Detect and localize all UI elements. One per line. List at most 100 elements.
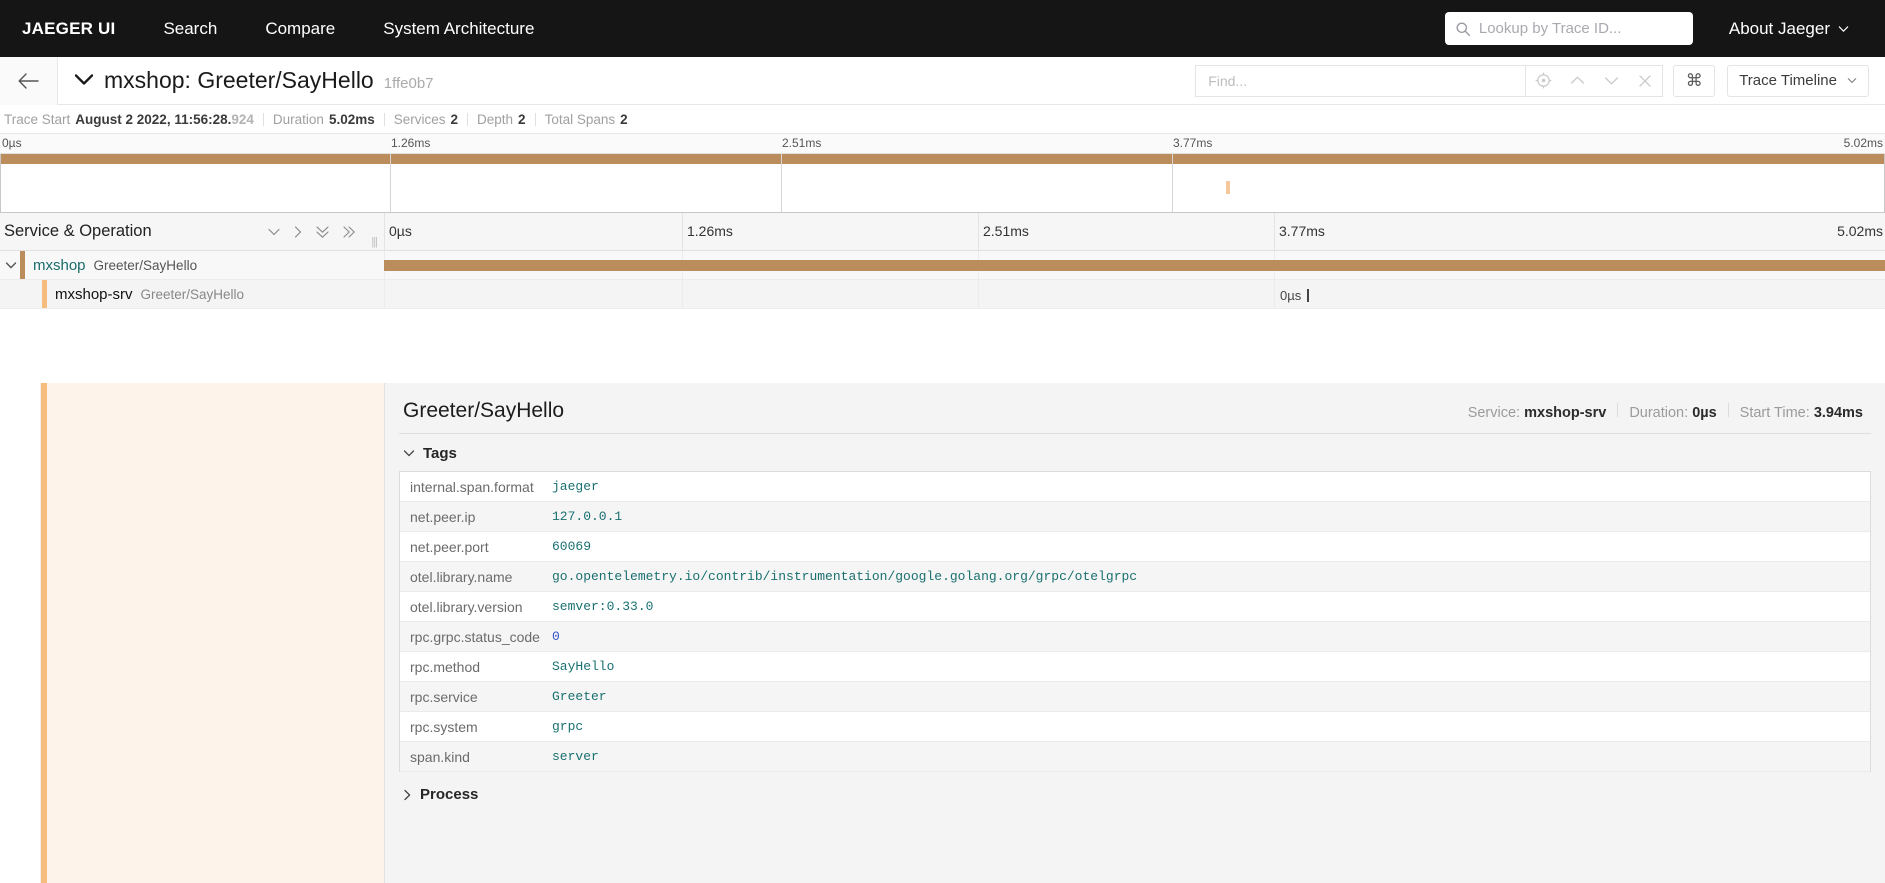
meta-trace-start: Trace Start August 2 2022, 11:56:28.924 (2, 112, 263, 127)
tags-table: internal.span.format jaeger net.peer.ip 127… (399, 471, 1871, 772)
minimap-child-span-mark (1226, 181, 1230, 194)
tag-value: Greeter (552, 689, 607, 704)
span-row[interactable]: mxshop-srv Greeter/SayHello 0µs (0, 280, 1885, 309)
meta-duration: Duration 5.02ms (264, 112, 384, 127)
expand-one-level-icon[interactable] (267, 227, 281, 237)
trace-id-lookup-input[interactable]: Lookup by Trace ID... (1444, 12, 1693, 45)
nav-link-search[interactable]: Search (163, 19, 217, 39)
tags-section-header[interactable]: Tags (399, 434, 1871, 471)
about-jaeger-menu[interactable]: About Jaeger (1729, 19, 1849, 39)
minimap-tick-0: 0µs (2, 136, 22, 150)
tag-key: net.peer.ip (410, 508, 476, 525)
tag-row: rpc.system grpc (400, 712, 1870, 742)
trace-id-short: 1ffe0b7 (383, 75, 434, 92)
keyboard-shortcuts-button[interactable]: ⌘ (1673, 64, 1716, 97)
minimap-gridline (1172, 154, 1173, 212)
chevron-down-icon[interactable] (74, 73, 94, 86)
span-row-label[interactable]: mxshop-srv Greeter/SayHello (0, 280, 384, 308)
tag-row: rpc.service Greeter (400, 682, 1870, 712)
column-resize-handle[interactable]: ||| (371, 236, 378, 248)
chevron-down-icon (403, 449, 415, 458)
clear-find-button[interactable] (1628, 66, 1662, 96)
tag-value: 127.0.0.1 (552, 509, 623, 524)
about-jaeger-label: About Jaeger (1728, 18, 1830, 38)
trace-title-wrap: mxshop: Greeter/SayHello 1ffe0b7 (58, 67, 434, 94)
tag-value: SayHello (552, 659, 615, 674)
span-detail-panel: Greeter/SayHello Service: mxshop-srv Dur… (384, 383, 1885, 883)
chevron-down-icon (1847, 77, 1857, 84)
tag-key: otel.library.version (410, 598, 523, 615)
find-input[interactable]: Find... (1195, 64, 1526, 97)
row-collapse-controls (267, 225, 356, 239)
timeline-tick-0: 0µs (389, 223, 412, 239)
nav-link-system-architecture[interactable]: System Architecture (383, 19, 534, 39)
span-row[interactable]: mxshop Greeter/SayHello (0, 251, 1885, 280)
meta-services-value: 2 (450, 111, 459, 127)
span-names: mxshop Greeter/SayHello (25, 257, 197, 274)
tag-row: otel.library.version semver:0.33.0 (400, 592, 1870, 622)
back-button[interactable] (0, 56, 58, 105)
tag-row: otel.library.name go.opentelemetry.io/con… (400, 562, 1870, 592)
jaeger-ui-logo[interactable]: JAEGER UI (22, 19, 115, 39)
tag-row: rpc.method SayHello (400, 652, 1870, 682)
view-mode-select[interactable]: Trace Timeline (1727, 64, 1869, 97)
span-bar-track[interactable]: 0µs (384, 280, 1885, 308)
timeline-tick-2: 2.51ms (983, 223, 1029, 239)
find-bar: Find... (1195, 64, 1664, 97)
meta-total-spans-value: 2 (620, 111, 628, 127)
minimap-body[interactable] (0, 154, 1885, 213)
minimap-gridline (390, 154, 391, 212)
trace-id-lookup-placeholder: Lookup by Trace ID... (1478, 20, 1622, 37)
meta-total-spans: Total Spans 2 (536, 112, 637, 127)
timeline-tick-row: 0µs 1.26ms 2.51ms 3.77ms 5.02ms (384, 213, 1885, 250)
span-names: mxshop-srv Greeter/SayHello (47, 286, 244, 303)
top-navigation-bar: JAEGER UI Search Compare System Architec… (0, 0, 1885, 57)
tag-key: internal.span.format (410, 478, 534, 495)
meta-services-label: Services (393, 111, 446, 127)
chevron-down-icon[interactable] (2, 261, 20, 270)
minimap-tick-row: 0µs 1.26ms 2.51ms 3.77ms 5.02ms (0, 134, 1885, 154)
minimap-gridline (0, 154, 1, 212)
meta-trace-start-main: August 2 2022, 11:56:28. (75, 111, 232, 127)
trace-minimap[interactable]: 0µs 1.26ms 2.51ms 3.77ms 5.02ms (0, 133, 1885, 213)
gutter-spacer (0, 383, 41, 883)
collapse-one-level-icon[interactable] (293, 225, 303, 239)
next-match-button[interactable] (1594, 66, 1628, 96)
trace-meta-bar: Trace Start August 2 2022, 11:56:28.924 … (0, 105, 1885, 133)
span-duration-bar[interactable] (384, 260, 1885, 271)
tag-row: span.kind server (400, 742, 1870, 772)
timeline-column-header: Service & Operation ||| 0µs 1.26ms 2.51m… (0, 213, 1885, 251)
tag-value: semver:0.33.0 (552, 599, 654, 614)
nav-link-compare[interactable]: Compare (265, 19, 335, 39)
tag-row: internal.span.format jaeger (400, 472, 1870, 502)
collapse-all-icon[interactable] (342, 225, 356, 239)
minimap-gridline (781, 154, 782, 212)
focus-matches-button[interactable] (1526, 66, 1560, 96)
tag-key: net.peer.port (410, 538, 489, 555)
span-service-name: mxshop (33, 256, 86, 274)
tag-key: span.kind (410, 748, 470, 765)
span-duration-bar[interactable]: 0µs (1280, 288, 1310, 303)
tag-key: otel.library.name (410, 568, 513, 585)
tag-value: go.opentelemetry.io/contrib/instrumentat… (552, 569, 1138, 584)
tag-value: 0 (552, 629, 560, 644)
tag-key: rpc.system (410, 718, 478, 735)
timeline-tick-1: 1.26ms (687, 223, 733, 239)
minimap-tick-1: 1.26ms (391, 136, 431, 150)
service-operation-label: Service & Operation (4, 222, 152, 240)
span-row-label[interactable]: mxshop Greeter/SayHello (0, 251, 384, 279)
trace-header: mxshop: Greeter/SayHello 1ffe0b7 Find... (0, 56, 1885, 105)
detail-service-label: Service: (1467, 405, 1521, 421)
previous-match-button[interactable] (1560, 66, 1594, 96)
tag-row: net.peer.port 60069 (400, 532, 1870, 562)
detail-duration-value: 0µs (1692, 405, 1717, 421)
detail-service: Service: mxshop-srv (1457, 405, 1618, 421)
expand-all-icon[interactable] (315, 225, 330, 239)
gutter-fill (47, 383, 384, 883)
tag-key: rpc.grpc.status_code (410, 628, 540, 645)
tag-value: grpc (552, 719, 584, 734)
tags-section-label: Tags (423, 445, 457, 462)
process-section-header[interactable]: Process (399, 772, 1871, 803)
span-bar-track[interactable] (384, 251, 1885, 279)
page-title: mxshop: Greeter/SayHello (104, 67, 374, 93)
